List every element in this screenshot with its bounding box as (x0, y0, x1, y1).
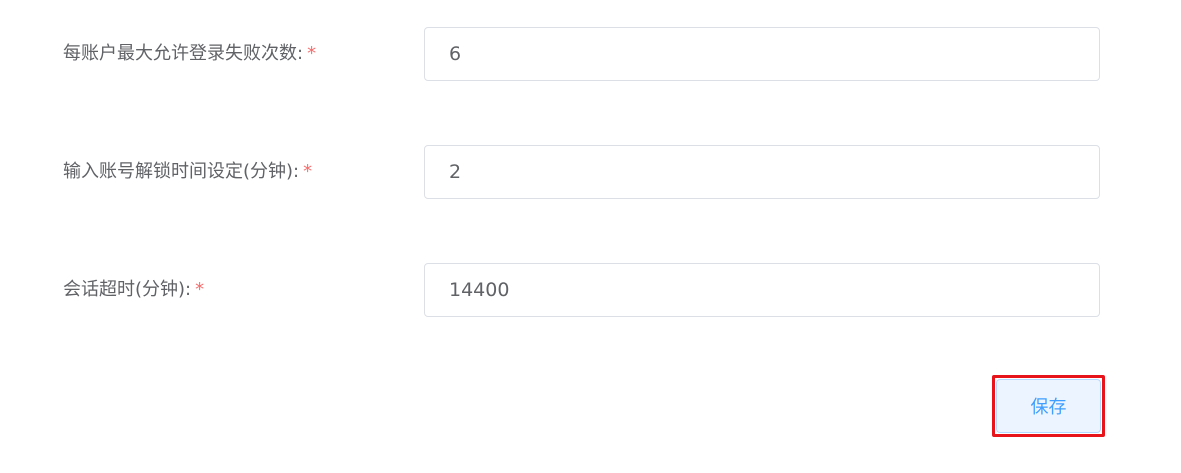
form-label-max-login-failures: 每账户最大允许登录失败次数: * (63, 27, 316, 81)
required-asterisk: * (307, 43, 317, 64)
save-button[interactable]: 保存 (996, 379, 1101, 433)
label-text: 每账户最大允许登录失败次数: (63, 43, 304, 64)
form-item-session-timeout: 会话超时(分钟): * (0, 263, 1181, 317)
max-login-failures-input[interactable] (424, 27, 1100, 81)
label-text: 输入账号解锁时间设定(分钟): (63, 161, 300, 182)
required-asterisk: * (195, 279, 205, 300)
unlock-time-input[interactable] (424, 145, 1100, 199)
required-asterisk: * (303, 161, 313, 182)
session-timeout-input[interactable] (424, 263, 1100, 317)
form-item-max-login-failures: 每账户最大允许登录失败次数: * (0, 27, 1181, 81)
label-text: 会话超时(分钟): (63, 279, 192, 300)
form-label-session-timeout: 会话超时(分钟): * (63, 263, 204, 317)
form-item-unlock-time: 输入账号解锁时间设定(分钟): * (0, 145, 1181, 199)
form-label-unlock-time: 输入账号解锁时间设定(分钟): * (63, 145, 312, 199)
